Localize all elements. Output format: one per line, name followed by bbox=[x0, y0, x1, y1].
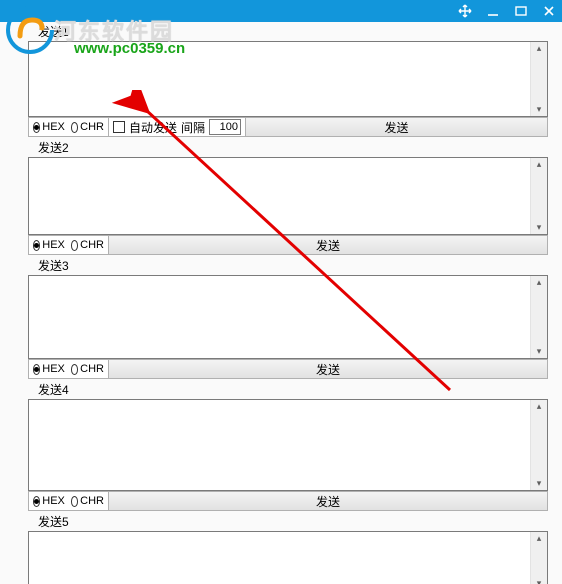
auto-send-checkbox[interactable] bbox=[113, 121, 125, 133]
close-icon[interactable] bbox=[542, 4, 556, 18]
chr-label: CHR bbox=[80, 239, 104, 251]
section-label: 发送3 bbox=[28, 256, 560, 275]
scroll-down-icon[interactable]: ▾ bbox=[537, 105, 542, 114]
hex-radio[interactable] bbox=[33, 240, 40, 251]
hex-label: HEX bbox=[42, 495, 65, 507]
send-textbox-5[interactable]: ▴ ▾ bbox=[28, 531, 548, 584]
send-section-3: 发送3 ▴ ▾ HEX CHR 发送 bbox=[28, 256, 560, 379]
chr-label: CHR bbox=[80, 363, 104, 375]
scrollbar[interactable]: ▴ ▾ bbox=[530, 42, 547, 116]
send-section-1: 发送1 ▴ ▾ HEX CHR 自动发送 间隔 发送 bbox=[28, 22, 560, 137]
content-area: 发送1 ▴ ▾ HEX CHR 自动发送 间隔 发送 bbox=[0, 22, 562, 584]
hex-radio[interactable] bbox=[33, 496, 40, 507]
chr-radio[interactable] bbox=[71, 496, 78, 507]
send-button-4[interactable]: 发送 bbox=[109, 492, 547, 510]
send-textbox-1[interactable]: ▴ ▾ bbox=[28, 41, 548, 117]
scrollbar[interactable]: ▴ ▾ bbox=[530, 400, 547, 490]
minimize-icon[interactable] bbox=[486, 4, 500, 18]
section-label: 发送4 bbox=[28, 380, 560, 399]
hex-label: HEX bbox=[42, 239, 65, 251]
control-row-4: HEX CHR 发送 bbox=[28, 491, 548, 511]
send-section-5: 发送5 ▴ ▾ bbox=[28, 512, 560, 584]
hex-label: HEX bbox=[42, 121, 65, 133]
hex-label: HEX bbox=[42, 363, 65, 375]
scrollbar[interactable]: ▴ ▾ bbox=[530, 158, 547, 234]
send-button-2[interactable]: 发送 bbox=[109, 236, 547, 254]
send-section-4: 发送4 ▴ ▾ HEX CHR 发送 bbox=[28, 380, 560, 511]
scroll-up-icon[interactable]: ▴ bbox=[537, 402, 542, 411]
auto-send-label: 自动发送 bbox=[129, 119, 177, 136]
titlebar bbox=[0, 0, 562, 22]
chr-label: CHR bbox=[80, 495, 104, 507]
control-row-3: HEX CHR 发送 bbox=[28, 359, 548, 379]
chr-radio[interactable] bbox=[71, 122, 78, 133]
scroll-up-icon[interactable]: ▴ bbox=[537, 44, 542, 53]
scroll-down-icon[interactable]: ▾ bbox=[537, 579, 542, 584]
hex-radio[interactable] bbox=[33, 364, 40, 375]
send-textbox-2[interactable]: ▴ ▾ bbox=[28, 157, 548, 235]
send-textbox-4[interactable]: ▴ ▾ bbox=[28, 399, 548, 491]
control-row-2: HEX CHR 发送 bbox=[28, 235, 548, 255]
send-button-1[interactable]: 发送 bbox=[246, 118, 547, 136]
send-button-3[interactable]: 发送 bbox=[109, 360, 547, 378]
section-label: 发送5 bbox=[28, 512, 560, 531]
chr-radio[interactable] bbox=[71, 240, 78, 251]
section-label: 发送1 bbox=[28, 22, 560, 41]
send-textbox-3[interactable]: ▴ ▾ bbox=[28, 275, 548, 359]
scrollbar[interactable]: ▴ ▾ bbox=[530, 532, 547, 584]
interval-label: 间隔 bbox=[181, 119, 205, 136]
scroll-up-icon[interactable]: ▴ bbox=[537, 278, 542, 287]
scroll-down-icon[interactable]: ▾ bbox=[537, 347, 542, 356]
send-section-2: 发送2 ▴ ▾ HEX CHR 发送 bbox=[28, 138, 560, 255]
hex-radio[interactable] bbox=[33, 122, 40, 133]
scroll-down-icon[interactable]: ▾ bbox=[537, 223, 542, 232]
scroll-down-icon[interactable]: ▾ bbox=[537, 479, 542, 488]
control-row-1: HEX CHR 自动发送 间隔 发送 bbox=[28, 117, 548, 137]
maximize-icon[interactable] bbox=[514, 4, 528, 18]
interval-input[interactable] bbox=[209, 119, 241, 135]
chr-label: CHR bbox=[80, 121, 104, 133]
scroll-up-icon[interactable]: ▴ bbox=[537, 534, 542, 543]
scrollbar[interactable]: ▴ ▾ bbox=[530, 276, 547, 358]
scroll-up-icon[interactable]: ▴ bbox=[537, 160, 542, 169]
move-icon[interactable] bbox=[458, 4, 472, 18]
section-label: 发送2 bbox=[28, 138, 560, 157]
chr-radio[interactable] bbox=[71, 364, 78, 375]
